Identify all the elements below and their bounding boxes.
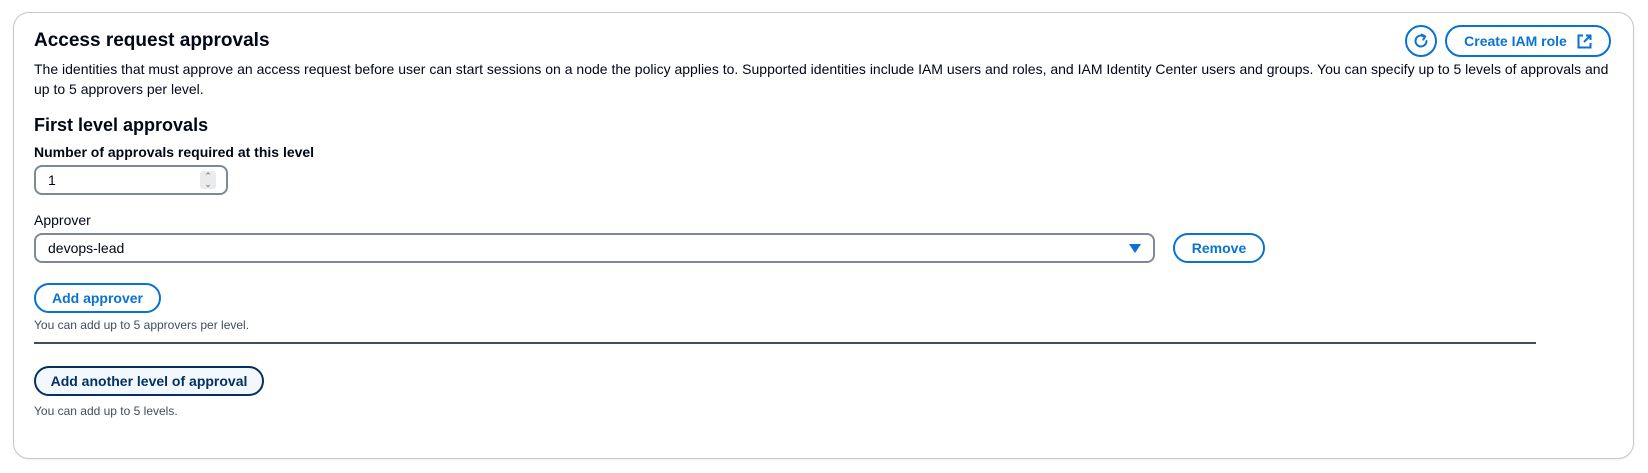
approvals-count-label: Number of approvals required at this lev…	[34, 144, 315, 160]
refresh-button[interactable]	[1405, 25, 1437, 57]
approver-limit-hint: You can add up to 5 approvers per level.	[34, 318, 250, 332]
create-iam-role-label: Create IAM role	[1464, 33, 1567, 49]
first-level-title: First level approvals	[34, 115, 209, 135]
approver-selected-value: devops-lead	[48, 240, 125, 256]
add-approver-button[interactable]: Add approver	[34, 283, 161, 313]
approver-label: Approver	[34, 212, 91, 228]
level-limit-hint: You can add up to 5 levels.	[34, 404, 178, 418]
approvals-count-value: 1	[48, 172, 56, 188]
panel-title: Access request approvals	[34, 30, 270, 51]
panel-description: The identities that must approve an acce…	[34, 61, 1609, 97]
level-divider	[34, 342, 1536, 344]
access-request-approvals-panel: Access request approvals Create IAM role…	[13, 12, 1634, 459]
create-iam-role-button[interactable]: Create IAM role	[1445, 25, 1611, 57]
refresh-icon	[1412, 32, 1430, 50]
stepper-arrows-icon[interactable]: ⌃ ⌄	[200, 171, 216, 189]
remove-approver-button[interactable]: Remove	[1173, 233, 1265, 263]
caret-down-icon	[1129, 244, 1141, 253]
approver-select[interactable]: devops-lead	[34, 233, 1155, 263]
approvals-count-stepper[interactable]: 1 ⌃ ⌄	[34, 165, 228, 195]
add-approval-level-button[interactable]: Add another level of approval	[34, 366, 264, 396]
external-link-icon	[1577, 34, 1592, 49]
